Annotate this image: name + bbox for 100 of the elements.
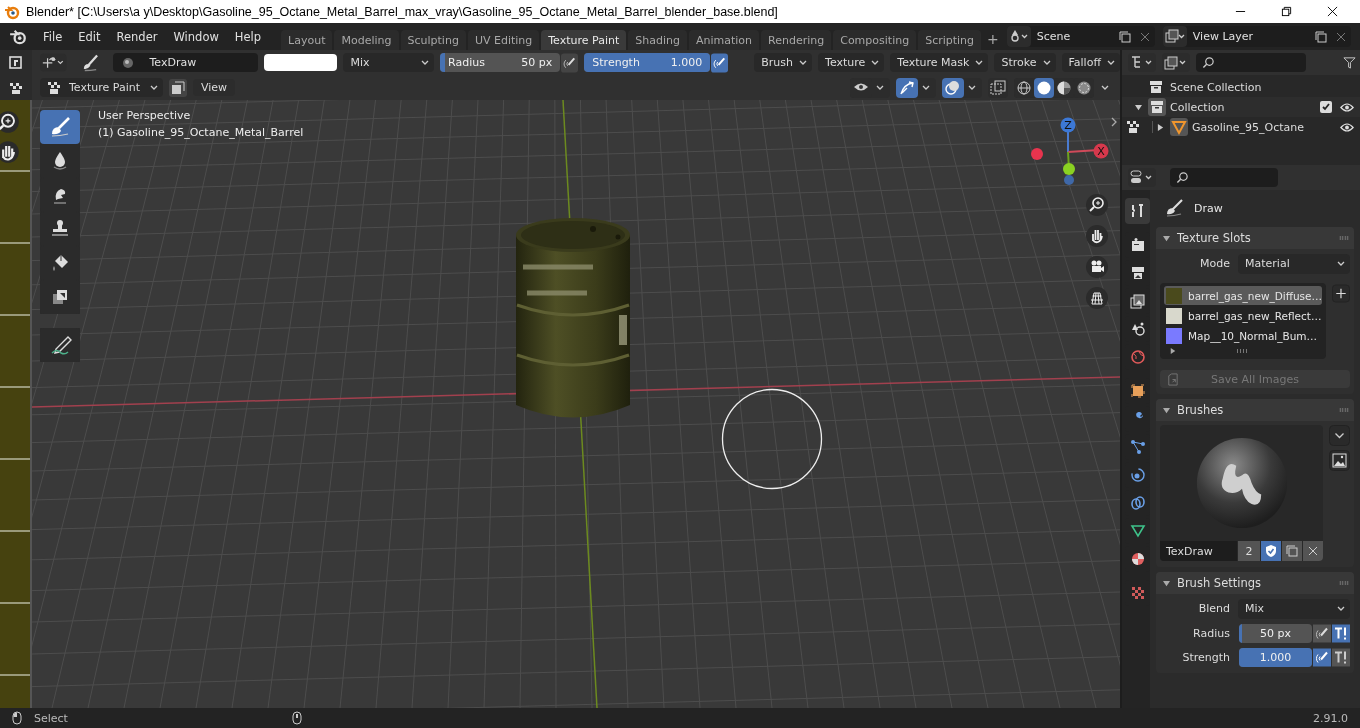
mouse-left-icon bbox=[12, 711, 22, 725]
pressure-icon[interactable] bbox=[561, 52, 579, 73]
maximize-icon[interactable] bbox=[1281, 6, 1292, 17]
texture-slot-item[interactable]: Map__10_Normal_Bum… bbox=[1164, 326, 1323, 345]
blender-logo-icon[interactable] bbox=[9, 27, 27, 46]
field-label: Strength bbox=[1181, 651, 1231, 664]
zoom-icon[interactable] bbox=[1085, 193, 1109, 217]
drag-handle-icon[interactable] bbox=[1339, 408, 1349, 412]
search-field[interactable] bbox=[1196, 53, 1306, 72]
draw-tool[interactable] bbox=[40, 110, 80, 144]
texture-slot-item[interactable]: barrel_gas_new_Reflect… bbox=[1164, 306, 1323, 325]
drag-handle-icon[interactable] bbox=[1339, 236, 1349, 240]
menu-item[interactable]: Edit bbox=[70, 29, 109, 44]
menu-item[interactable]: File bbox=[35, 29, 71, 44]
brush-name-field[interactable]: TexDraw bbox=[1160, 541, 1237, 561]
panel-header[interactable]: Texture Slots bbox=[1156, 227, 1354, 249]
add-workspace-button[interactable]: + bbox=[983, 28, 1003, 50]
close-icon[interactable] bbox=[1327, 6, 1338, 17]
unified-setting-icon[interactable] bbox=[1332, 624, 1350, 643]
dropdown-button[interactable] bbox=[1329, 425, 1350, 446]
settings-menu[interactable]: Brush bbox=[754, 53, 813, 72]
panel-title: Texture Slots bbox=[1177, 231, 1251, 245]
texture-slot-name: barrel_gas_new_Diffuse… bbox=[1188, 289, 1323, 302]
workspace-tab[interactable]: Scripting bbox=[918, 30, 982, 50]
expand-arrow-icon[interactable] bbox=[1163, 579, 1170, 587]
hand-icon[interactable] bbox=[0, 140, 20, 164]
texture-slot-item[interactable]: barrel_gas_new_Diffuse… bbox=[1164, 286, 1323, 305]
unlink-button[interactable] bbox=[1303, 541, 1323, 561]
annotate-tool[interactable] bbox=[40, 328, 80, 362]
soften-tool[interactable] bbox=[40, 144, 80, 178]
mode-dropdown[interactable]: Texture Paint bbox=[40, 78, 163, 97]
xray-toggle[interactable] bbox=[988, 77, 1008, 98]
workspace-tab[interactable]: Compositing bbox=[833, 30, 917, 50]
image-button[interactable] bbox=[1329, 450, 1350, 471]
outliner-item[interactable]: Collection bbox=[1170, 100, 1225, 114]
settings-menu[interactable]: Stroke bbox=[994, 53, 1056, 72]
user-count[interactable]: 2 bbox=[1238, 541, 1260, 561]
settings-menu[interactable]: Falloff bbox=[1061, 53, 1120, 72]
outliner-item[interactable]: Gasoline_95_Octane bbox=[1192, 120, 1305, 134]
workspace-tab[interactable]: Animation bbox=[688, 30, 760, 50]
view-layer-selector-icon[interactable] bbox=[1162, 26, 1187, 47]
hand-icon[interactable] bbox=[1085, 224, 1109, 248]
tool-tab[interactable] bbox=[1125, 198, 1150, 224]
expand-arrow-icon[interactable] bbox=[1135, 103, 1142, 111]
workspace-tab[interactable]: UV Editing bbox=[467, 30, 540, 50]
exclude-checkbox[interactable] bbox=[1320, 101, 1332, 113]
menu-item[interactable]: Window bbox=[165, 29, 227, 44]
settings-menu[interactable]: Texture Mask bbox=[890, 53, 989, 72]
workspace-tab[interactable]: Modeling bbox=[334, 30, 399, 50]
strength-slider[interactable]: Strength 1.000 bbox=[584, 53, 711, 72]
cube-toggle-icon[interactable] bbox=[169, 78, 187, 97]
mode-dropdown[interactable]: Material bbox=[1238, 253, 1350, 274]
viewport-info-text: (1) Gasoline_95_Octane_Metal_Barrel bbox=[98, 126, 304, 139]
menu-item[interactable]: Render bbox=[108, 29, 166, 44]
panel-title: Brushes bbox=[1177, 403, 1224, 417]
color-swatch[interactable] bbox=[263, 54, 338, 71]
panel-header[interactable]: Brushes bbox=[1156, 399, 1354, 421]
add-slot-button[interactable] bbox=[1332, 283, 1350, 304]
fake-user-toggle[interactable] bbox=[1261, 541, 1281, 561]
pressure-icon[interactable] bbox=[1313, 624, 1331, 643]
radius-slider[interactable]: 50 px bbox=[1239, 624, 1312, 643]
workspace-tab[interactable]: Texture Paint bbox=[541, 30, 627, 50]
pressure-icon[interactable] bbox=[1313, 648, 1331, 667]
blend-dropdown[interactable]: Mix bbox=[1238, 598, 1350, 619]
panel-header[interactable]: Brush Settings bbox=[1156, 572, 1354, 594]
workspace-tab[interactable]: Layout bbox=[281, 30, 333, 50]
radius-slider[interactable]: Radius 50 px bbox=[440, 53, 561, 72]
grid-icon[interactable] bbox=[1085, 286, 1109, 310]
eye-icon[interactable] bbox=[1340, 101, 1354, 113]
solid-shading-button[interactable] bbox=[1034, 77, 1054, 98]
camera-icon[interactable] bbox=[1085, 255, 1109, 279]
pressure-icon[interactable] bbox=[711, 52, 729, 73]
expand-arrow-icon[interactable] bbox=[1163, 406, 1170, 414]
eye-icon[interactable] bbox=[1340, 121, 1354, 133]
workspace-tab[interactable]: Rendering bbox=[761, 30, 832, 50]
unified-setting-icon[interactable] bbox=[1332, 648, 1350, 667]
filter-icon[interactable] bbox=[1343, 56, 1356, 69]
strength-slider[interactable]: 1.000 bbox=[1239, 648, 1312, 667]
workspace-tab[interactable]: Sculpting bbox=[400, 30, 466, 50]
workspace-tab[interactable]: Shading bbox=[628, 30, 687, 50]
outliner-item[interactable]: Scene Collection bbox=[1170, 80, 1262, 94]
view-menu[interactable]: View bbox=[193, 79, 236, 96]
editor-type-icon[interactable] bbox=[8, 54, 24, 71]
search-icon bbox=[1202, 56, 1215, 69]
save-icon bbox=[1166, 372, 1179, 386]
resize-handle-icon[interactable] bbox=[1236, 349, 1248, 353]
checker-icon bbox=[47, 80, 61, 95]
expand-arrow-icon[interactable] bbox=[1157, 123, 1164, 131]
expand-arrow-icon[interactable] bbox=[1170, 348, 1176, 354]
collection-box-icon bbox=[1148, 79, 1164, 95]
search-field[interactable] bbox=[1170, 168, 1278, 187]
expand-arrow-icon[interactable] bbox=[1163, 234, 1170, 242]
zoom-icon[interactable] bbox=[0, 110, 20, 134]
menu-item[interactable]: Help bbox=[226, 29, 270, 44]
settings-menu[interactable]: Texture bbox=[818, 53, 885, 72]
drag-handle-icon[interactable] bbox=[1339, 581, 1349, 585]
axis-gizmo-drawing[interactable] bbox=[1031, 117, 1109, 185]
blend-mode-dropdown[interactable]: Mix bbox=[343, 53, 434, 72]
mask-tool[interactable] bbox=[40, 280, 80, 314]
scene-selector-icon[interactable] bbox=[1006, 26, 1031, 47]
